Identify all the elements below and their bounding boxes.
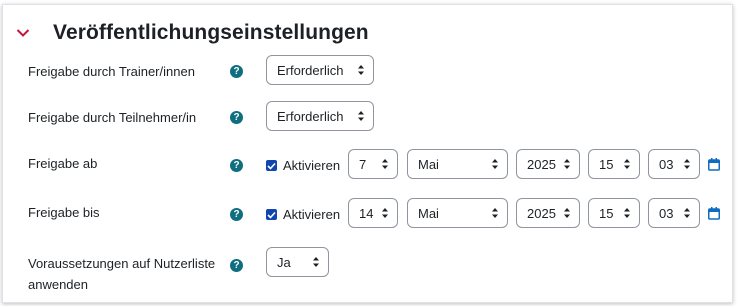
checkbox-label[interactable]: Aktivieren <box>283 207 340 222</box>
sort-arrows-icon <box>358 111 364 121</box>
checkbox-label[interactable]: Aktivieren <box>283 158 340 173</box>
chevron-down-icon[interactable] <box>13 23 33 43</box>
select-value: 15 <box>599 205 614 221</box>
calendar-icon[interactable] <box>708 158 720 171</box>
select-value: 2025 <box>527 156 556 172</box>
sort-arrows-icon <box>382 208 388 218</box>
checkbox-aktivieren-bis[interactable] <box>266 209 277 220</box>
sort-arrows-icon <box>684 208 690 218</box>
sort-arrows-icon <box>564 159 570 169</box>
select-day-ab[interactable]: 7 <box>348 149 398 179</box>
select-value: 03 <box>659 156 674 172</box>
label-voraussetzungen: Voraussetzungen auf Nutzerliste anwenden <box>28 253 228 295</box>
help-icon[interactable]: ? <box>230 65 243 78</box>
select-minute-ab[interactable]: 03 <box>648 149 700 179</box>
select-value: 03 <box>659 205 674 221</box>
select-freigabe-teilnehmer[interactable]: Erforderlich <box>266 101 374 131</box>
select-month-bis[interactable]: Mai <box>407 198 508 228</box>
calendar-icon[interactable] <box>708 207 720 220</box>
sort-arrows-icon <box>313 257 319 267</box>
label-line: Voraussetzungen auf Nutzerliste <box>28 256 216 271</box>
checkmark-icon <box>267 162 276 170</box>
label-freigabe-teilnehmer: Freigabe durch Teilnehmer/in <box>28 110 197 125</box>
sort-arrows-icon <box>624 208 630 218</box>
sort-arrows-icon <box>382 159 388 169</box>
section-header: Veröffentlichungseinstellungen <box>13 17 369 49</box>
sort-arrows-icon <box>684 159 690 169</box>
select-value: Erforderlich <box>277 108 344 124</box>
sort-arrows-icon <box>624 159 630 169</box>
label-freigabe-trainer: Freigabe durch Trainer/innen <box>28 64 195 79</box>
label-freigabe-bis: Freigabe bis <box>28 205 100 220</box>
select-value: 15 <box>599 156 614 172</box>
select-year-bis[interactable]: 2025 <box>516 198 580 228</box>
select-freigabe-trainer[interactable]: Erforderlich <box>266 55 374 85</box>
select-value: Mai <box>418 156 439 172</box>
select-month-ab[interactable]: Mai <box>407 149 508 179</box>
select-hour-ab[interactable]: 15 <box>588 149 640 179</box>
select-value: 2025 <box>527 205 556 221</box>
sort-arrows-icon <box>492 159 498 169</box>
label-line: anwenden <box>28 277 88 292</box>
sort-arrows-icon <box>358 65 364 75</box>
select-hour-bis[interactable]: 15 <box>588 198 640 228</box>
help-icon[interactable]: ? <box>230 159 243 172</box>
section-title: Veröffentlichungseinstellungen <box>53 21 369 44</box>
select-year-ab[interactable]: 2025 <box>516 149 580 179</box>
select-value: 7 <box>359 156 367 172</box>
sort-arrows-icon <box>564 208 570 218</box>
help-icon[interactable]: ? <box>230 111 243 124</box>
label-freigabe-ab: Freigabe ab <box>28 156 98 171</box>
select-value: Ja <box>277 254 291 270</box>
sort-arrows-icon <box>492 208 498 218</box>
select-value: 14 <box>359 205 374 221</box>
select-day-bis[interactable]: 14 <box>348 198 398 228</box>
checkbox-aktivieren-ab[interactable] <box>266 160 277 171</box>
help-icon[interactable]: ? <box>230 208 243 221</box>
select-minute-bis[interactable]: 03 <box>648 198 700 228</box>
help-icon[interactable]: ? <box>230 259 243 272</box>
settings-panel: Veröffentlichungseinstellungen Freigabe … <box>2 4 733 303</box>
select-value: Erforderlich <box>277 62 344 78</box>
select-value: Mai <box>418 205 439 221</box>
checkmark-icon <box>267 211 276 219</box>
select-voraussetzungen[interactable]: Ja <box>266 247 329 277</box>
